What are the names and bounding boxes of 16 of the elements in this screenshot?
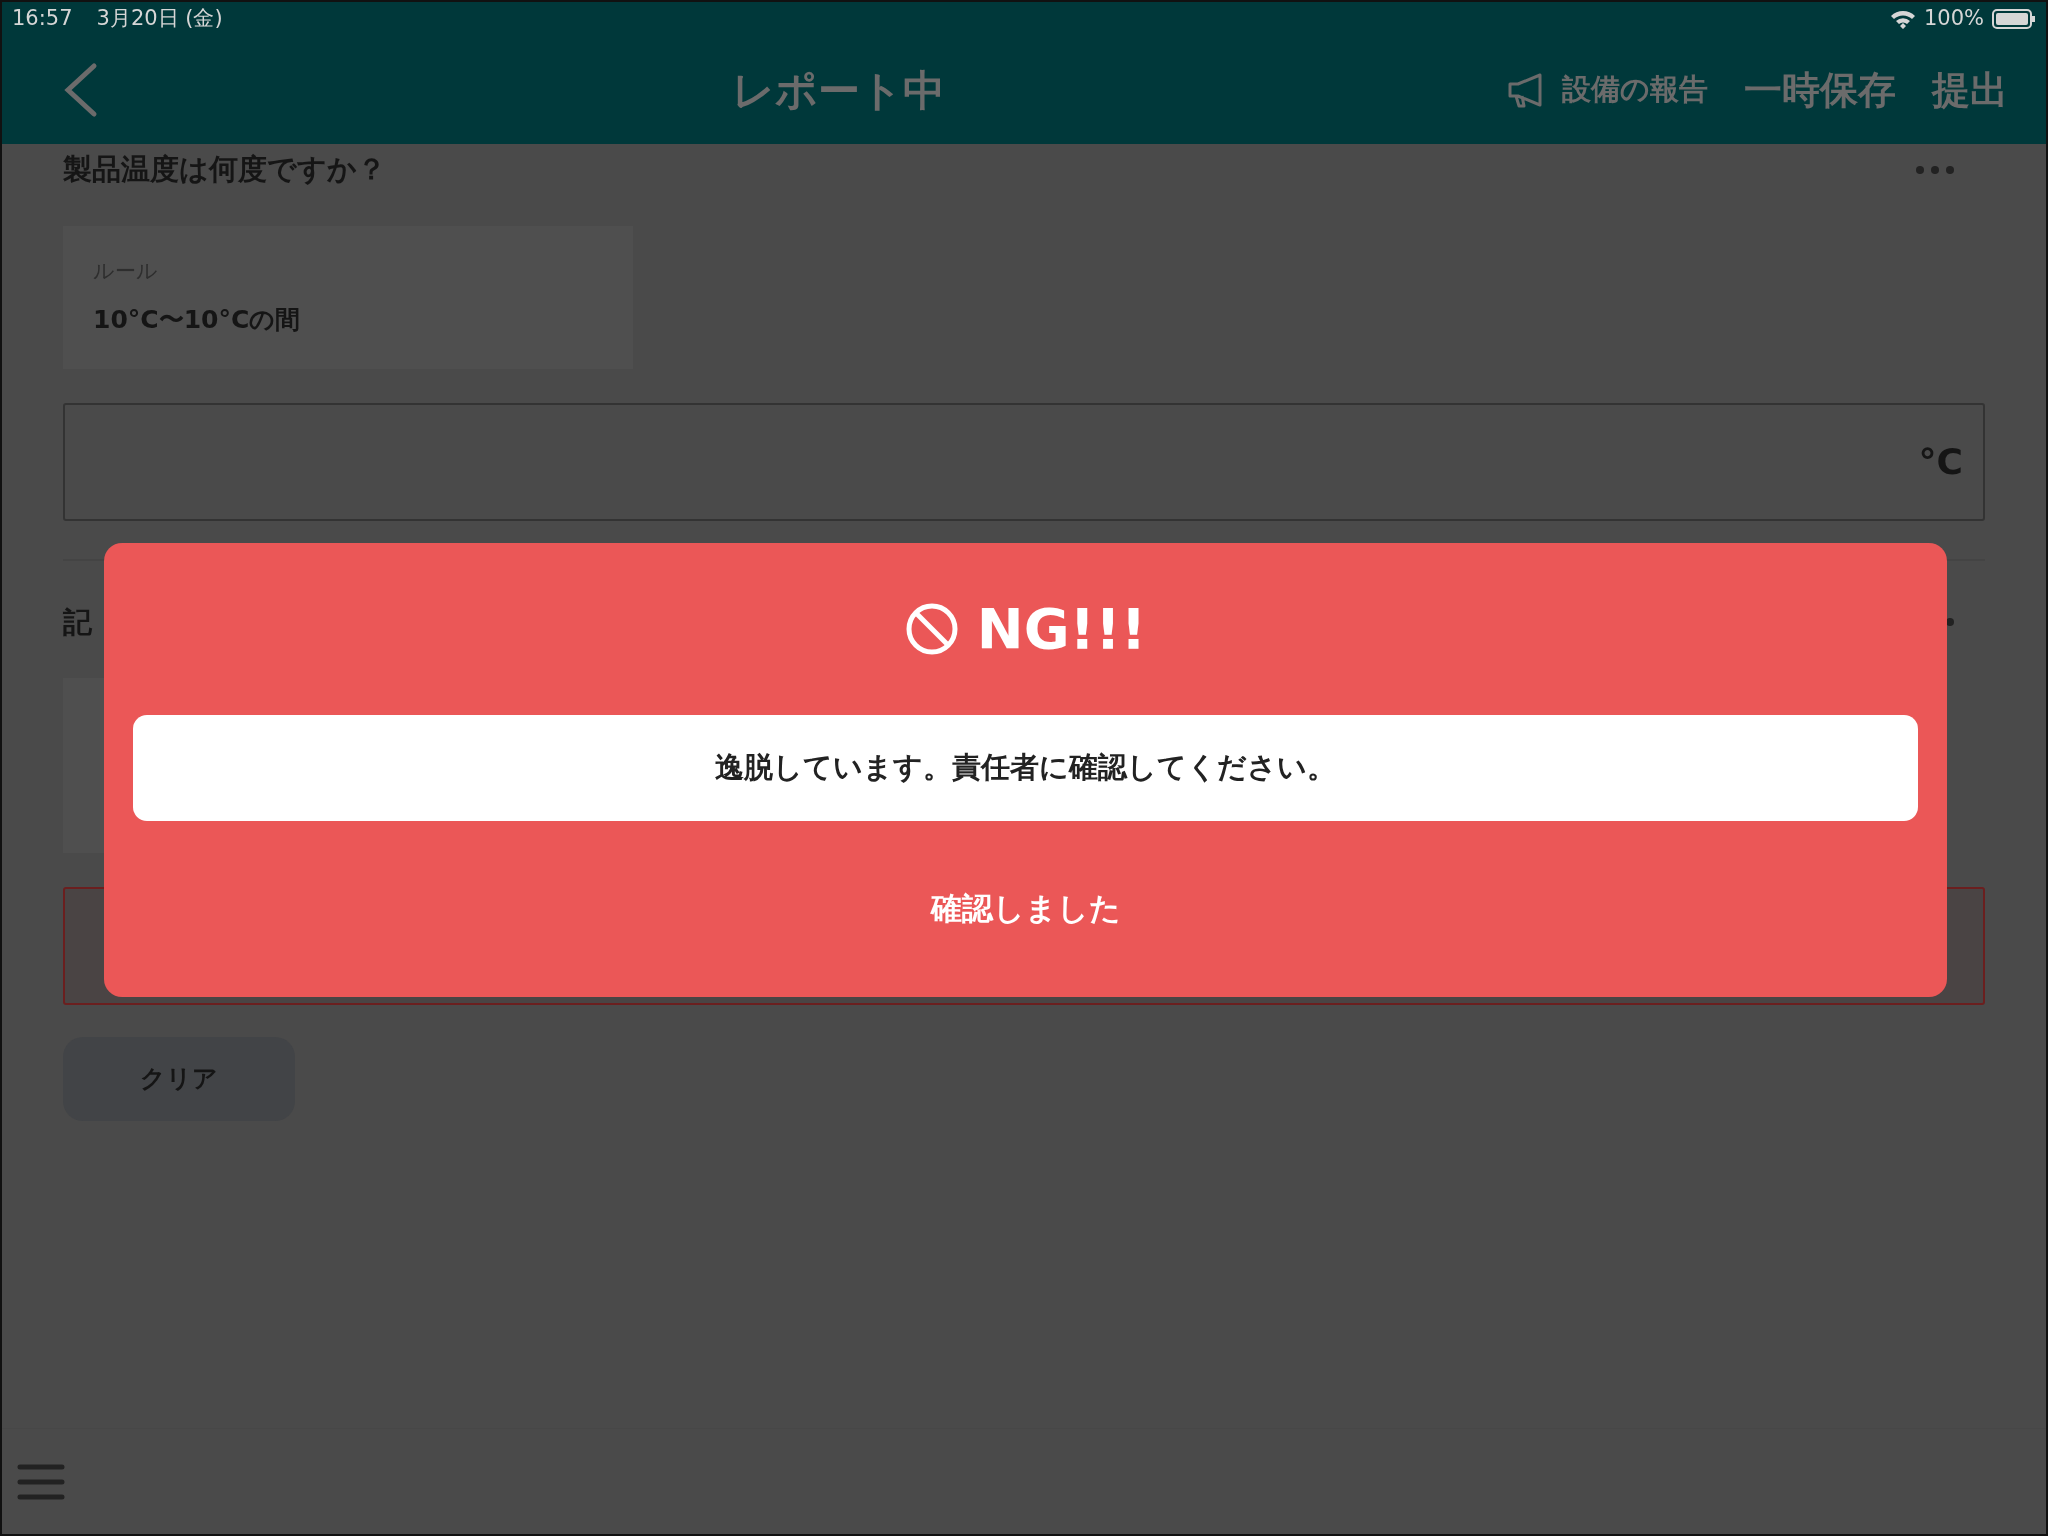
- wifi-icon: [1889, 9, 1916, 29]
- battery-percent: 100%: [1923, 5, 1984, 33]
- battery-icon: [1992, 9, 2036, 29]
- status-date: 3月20日 (金): [96, 5, 223, 33]
- header-action-button[interactable]: 提出: [1932, 61, 2008, 119]
- status-time: 16:57: [12, 5, 73, 33]
- dialog-message: 逸脱しています。責任者に確認してください。: [715, 749, 1336, 787]
- rule-value: 10°C〜10°Cの間: [93, 304, 302, 336]
- dialog-title: NG!!!: [976, 595, 1147, 663]
- confirm-button[interactable]: 確認しました: [910, 875, 1141, 942]
- more-icon[interactable]: [1915, 164, 1955, 175]
- menu-icon[interactable]: [17, 1463, 65, 1500]
- report-button[interactable]: 設備の報告: [1506, 68, 1708, 112]
- header-action-button[interactable]: 一時保存: [1744, 61, 1896, 119]
- header-title: レポート中: [732, 64, 945, 117]
- prohibited-icon: [904, 602, 959, 656]
